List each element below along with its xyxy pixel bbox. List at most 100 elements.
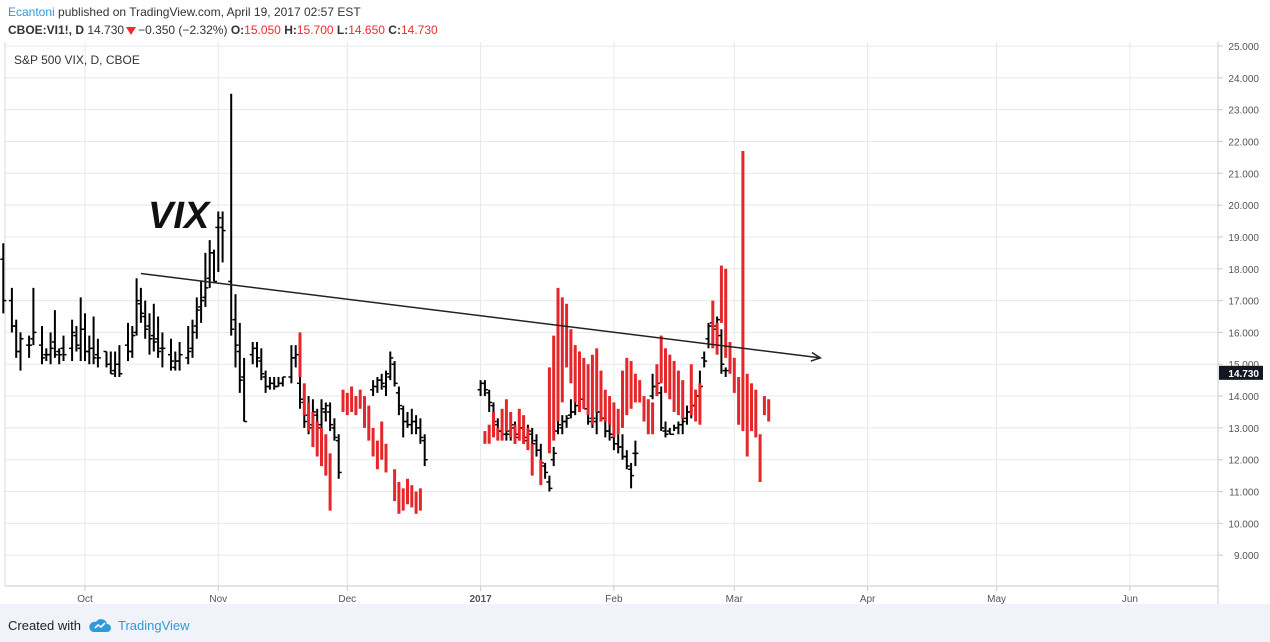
x-tick-label: 2017 [469,594,492,604]
ohlc-bar [82,313,88,362]
ohlc-bar [671,424,678,435]
ohlc-bar [155,316,162,358]
ohlc-bar [103,350,110,368]
x-axis[interactable]: Oct Nov Dec 2017 Feb Mar Apr May Jun [77,586,1138,604]
ohlc-bar [413,415,420,435]
ohlc-bar [378,373,385,390]
ohlc-bar [421,434,428,467]
ohlc-bar [159,332,166,368]
y-tick-label: 22.000 [1228,137,1259,148]
symbol-label: CBOE:VI1!, D [8,23,85,37]
y-tick-label: 20.000 [1228,201,1259,212]
price-tag: 14.730 [1219,365,1263,380]
y-tick-label: 18.000 [1228,265,1259,276]
y-axis[interactable]: 9.00010.00011.00012.00013.00014.00015.00… [1218,42,1259,562]
ohlc-bar [387,351,394,381]
x-tick-label: Dec [338,594,356,604]
y-tick-label: 24.000 [1228,74,1259,85]
ohlc-bar [30,287,37,346]
ohlc-bar [533,434,540,457]
ohlc-bar [666,427,673,435]
ohlc-bar [546,475,553,492]
ohlc-bar [662,421,669,438]
ohlc-bar [232,294,239,368]
y-tick-label: 14.000 [1228,392,1259,403]
ohlc-bar [632,440,639,467]
ohlc-bar [335,434,342,479]
ohlc-bar [249,341,256,365]
ohlc-bar [279,376,286,387]
open-label: O: [230,23,245,37]
author-link[interactable]: Ecantoni [8,5,55,19]
ohlc-bar [722,367,729,377]
created-with-label: Created with [8,618,81,633]
ohlc-bar [137,287,144,323]
x-tick-label: Nov [209,594,227,604]
ohlc-bar [275,376,282,388]
ohlc-bar [39,326,45,365]
x-tick-label: Feb [605,594,623,604]
chart-title: S&P 500 VIX, D, CBOE [14,53,140,67]
ohlc-bar [56,348,63,365]
ohlc-bar [47,332,54,365]
price-tag-label: 14.730 [1228,369,1259,380]
footer: Created with TradingView [0,604,1270,642]
ohlc-bar [271,376,278,390]
ohlc-bar [198,281,205,323]
ohlc-bar [150,303,157,352]
ohlc-line: CBOE:VI1!, D 14.730 −0.350 (−2.32%) O:15.… [8,23,438,37]
ohlc-bar [146,313,153,355]
y-tick-label: 16.000 [1228,328,1259,339]
chart-header: Ecantoni published on TradingView.com, A… [0,0,1270,42]
y-tick-label: 9.000 [1234,551,1259,562]
ohlc-bar [254,341,260,368]
x-tick-label: May [987,594,1006,604]
ohlc-bar [327,402,334,432]
ohlc-bar [185,326,192,365]
tradingview-link[interactable]: TradingView [118,618,190,633]
ohlc-bar [86,335,93,365]
ohlc-bar [701,351,708,368]
y-tick-label: 25.000 [1228,42,1259,53]
ohlc-bar [563,415,570,428]
ohlc-bar [17,332,24,371]
ohlc-bar [391,361,398,387]
price-chart[interactable]: 9.00010.00011.00012.00013.00014.00015.00… [0,42,1270,604]
high-label: H: [284,23,297,37]
ohlc-bar [567,399,574,419]
y-tick-label: 10.000 [1228,519,1259,530]
ohlc-bar [370,380,377,397]
high-value: 15.700 [296,23,334,37]
open-value: 15.050 [244,23,281,37]
ohlc-bar [481,380,488,397]
y-tick-label: 11.000 [1229,488,1259,499]
x-tick-label: Apr [860,594,876,604]
ohlc-bar [176,341,183,371]
ohlc-bar [60,335,67,362]
ohlc-bar [51,310,58,358]
ohlc-bar [331,418,338,441]
y-tick-label: 13.000 [1228,424,1259,435]
ohlc-bar [202,252,209,307]
ohlc-bar [142,300,149,339]
grid [5,42,1218,586]
price-change: −0.350 (−2.32%) [138,23,228,37]
tradingview-cloud-icon[interactable] [88,617,112,633]
x-tick-label: Jun [1122,594,1138,604]
ohlc-bar [550,446,557,467]
last-price: 14.730 [87,23,125,37]
ohlc-bar [374,376,381,393]
ohlc-bar [658,386,665,432]
close-label: C: [388,23,401,37]
ohlc-bar [211,249,217,283]
ohlc-bar [241,357,248,423]
chart-area[interactable]: 9.000 10.000 11.000 12.000 13.000 14.000 15.00… [0,42,1270,604]
ohlc-bar [168,338,174,371]
ohlc-bar [404,411,411,428]
y-tick-label: 12.000 [1228,456,1259,467]
vix-annotation[interactable]: VIX [148,195,212,237]
ohlc-bar [477,380,484,397]
publish-line: Ecantoni published on TradingView.com, A… [8,5,361,19]
ohlc-bar [129,326,136,358]
ohlc-bar [69,319,76,362]
